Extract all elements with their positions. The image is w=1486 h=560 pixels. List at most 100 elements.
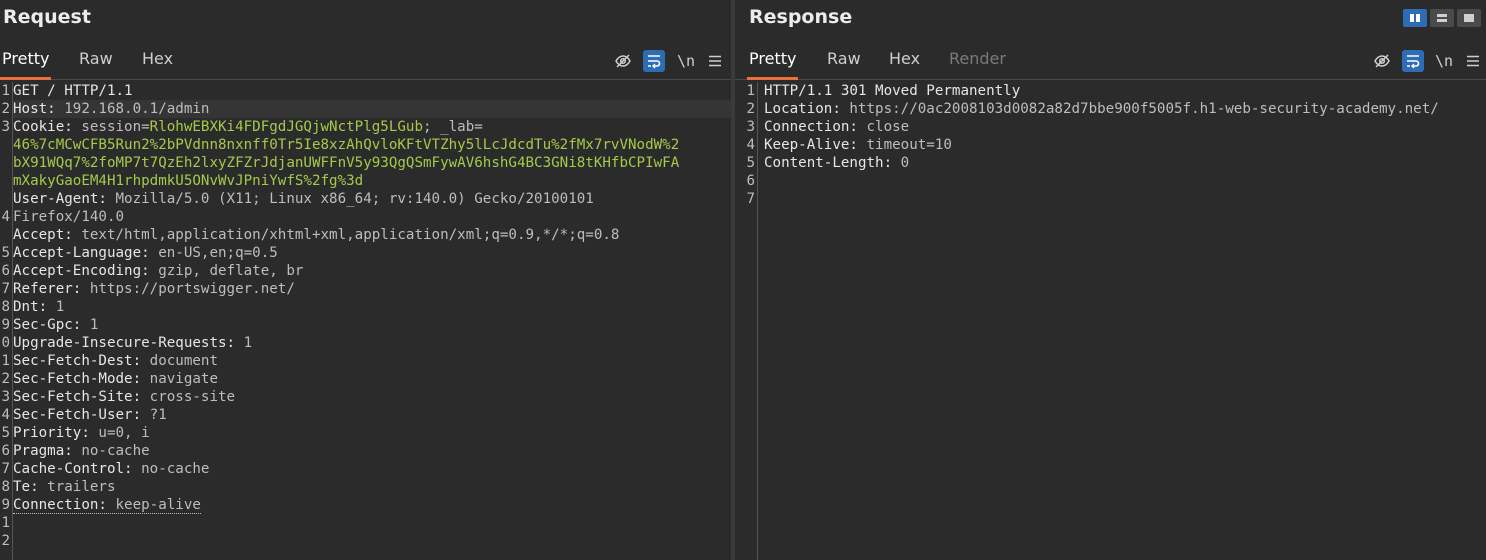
code-line: mXakyGaoEM4H1rhpdmkU5ONvWvJPniYwfS%2fg%3…: [13, 172, 731, 190]
header-name: Pragma:: [13, 443, 73, 459]
line-number: 7: [1, 461, 10, 477]
header-value: close: [857, 119, 910, 135]
code-line: 46%7cMCwCFB5Run2%2bPVdnn8nxnff0Tr5Ie8xzA…: [13, 136, 731, 154]
wrap-icon[interactable]: [643, 50, 665, 72]
header-name: Te:: [13, 479, 39, 495]
code-line: Te: trailers: [13, 478, 731, 496]
line-number: 4: [1, 407, 10, 423]
header-name: Location:: [764, 101, 841, 117]
newline-icon[interactable]: \n: [675, 50, 697, 72]
line-number: 9: [1, 497, 10, 513]
response-tab-raw[interactable]: Raw: [825, 44, 863, 77]
header-value: no-cache: [132, 461, 210, 477]
response-tab-render[interactable]: Render: [947, 44, 1008, 77]
code-line: Content-Length: 0: [764, 154, 1486, 172]
code-line: Dnt: 1: [13, 298, 731, 316]
cookie-value: bX91WQq7%2foMP7t7QzEh2lxyZFZrJdjanUWFFnV…: [13, 155, 680, 171]
menu-icon[interactable]: [1462, 50, 1484, 72]
header-name: Upgrade-Insecure-Requests:: [13, 335, 236, 351]
header-name: Referer:: [13, 281, 82, 297]
code-line: Pragma: no-cache: [13, 442, 731, 460]
line-number: 7: [1, 281, 10, 297]
line-number: [0, 190, 12, 208]
header-value: text/html,application/xhtml+xml,applicat…: [72, 227, 620, 243]
header-name: Dnt:: [13, 299, 48, 315]
response-title: Response: [749, 6, 853, 28]
response-tab-pretty[interactable]: Pretty: [747, 44, 799, 80]
header-value: Firefox/140.0: [13, 209, 125, 225]
line-number: 6: [1, 443, 10, 459]
header-name: Cache-Control:: [13, 461, 133, 477]
header-value: https://portswigger.net/: [81, 281, 295, 297]
code-line: Accept-Encoding: gzip, deflate, br: [13, 262, 731, 280]
code-line: Sec-Gpc: 1: [13, 316, 731, 334]
header-value: https://0ac2008103d0082a82d7bbe900f5005f…: [840, 101, 1439, 117]
code-line: HTTP/1.1 301 Moved Permanently: [764, 82, 1486, 100]
wrap-icon[interactable]: [1402, 50, 1424, 72]
header-name: Connection:: [764, 119, 858, 135]
menu-icon[interactable]: [704, 50, 726, 72]
request-tab-hex[interactable]: Hex: [140, 44, 175, 77]
stacked-layout-icon[interactable]: [1430, 9, 1454, 27]
header-name: Content-Length:: [764, 155, 893, 171]
code-line: bX91WQq7%2foMP7t7QzEh2lxyZFZrJdjanUWFFnV…: [13, 154, 731, 172]
line-number: [0, 172, 12, 190]
code-line: Accept-Language: en-US,en;q=0.5: [13, 244, 731, 262]
header-value: session=: [72, 119, 150, 135]
line-number: 2: [746, 101, 755, 117]
header-value: 0: [892, 155, 910, 171]
line-number: 1: [1, 83, 10, 99]
request-tab-pretty[interactable]: Pretty: [0, 44, 52, 80]
header-value: 1: [235, 335, 253, 351]
code-line: Connection: keep-alive: [13, 496, 731, 514]
line-number: 2: [1, 533, 10, 549]
header-name: Connection:: [13, 497, 107, 513]
eye-off-icon[interactable]: [612, 50, 634, 72]
header-value: keep-alive: [106, 497, 201, 513]
header-name: GET / HTTP/1.1: [13, 83, 133, 99]
code-line: Cookie: session=RlohwEBXKi4FDFgdJGQjwNct…: [13, 118, 731, 136]
code-line: Keep-Alive: timeout=10: [764, 136, 1486, 154]
header-name: Accept-Encoding:: [13, 263, 150, 279]
code-line: Priority: u=0, i: [13, 424, 731, 442]
header-value: 1: [81, 317, 99, 333]
response-gutter: 1 2 3 4 5 6 7: [735, 82, 758, 560]
line-number: 3: [746, 119, 755, 135]
line-number: 7: [746, 191, 755, 207]
code-line: Sec-Fetch-Dest: document: [13, 352, 731, 370]
header-value: navigate: [141, 371, 218, 387]
code-line: Referer: https://portswigger.net/: [13, 280, 731, 298]
code-line: Location: https://0ac2008103d0082a82d7bb…: [764, 100, 1486, 118]
line-number: 4: [1, 209, 10, 225]
header-name: Sec-Fetch-Dest:: [13, 353, 142, 369]
header-name: User-Agent:: [13, 191, 107, 207]
response-code: HTTP/1.1 301 Moved Permanently Location: …: [764, 82, 1486, 208]
single-layout-icon[interactable]: [1457, 9, 1481, 27]
line-number: 6: [746, 173, 755, 189]
header-name: Accept-Language:: [13, 245, 150, 261]
header-value: document: [141, 353, 218, 369]
response-tab-hex[interactable]: Hex: [887, 44, 922, 77]
line-number: 9: [1, 317, 10, 333]
header-value: trailers: [38, 479, 116, 495]
line-number: 5: [1, 425, 10, 441]
header-value: 192.168.0.1/admin: [55, 101, 210, 117]
header-value: timeout=10: [857, 137, 952, 153]
response-editor[interactable]: 1234567 HTTP/1.1 301 Moved Permanently Lo…: [735, 82, 1486, 560]
newline-icon[interactable]: \n: [1433, 50, 1455, 72]
header-name: Host:: [13, 101, 56, 117]
header-name: Priority:: [13, 425, 90, 441]
request-pane: Request Pretty Raw Hex \n GET / HTTP/1.1…: [0, 0, 731, 560]
header-name: Accept:: [13, 227, 73, 243]
line-number: 1: [1, 353, 10, 369]
side-by-side-layout-icon[interactable]: [1403, 9, 1427, 27]
line-number: 5: [746, 155, 755, 171]
eye-off-icon[interactable]: [1371, 50, 1393, 72]
request-editor[interactable]: GET / HTTP/1.1 Host: 192.168.0.1/admin Coo…: [0, 82, 731, 560]
header-value: en-US,en;q=0.5: [149, 245, 278, 261]
request-tab-raw[interactable]: Raw: [77, 44, 115, 77]
request-title: Request: [3, 6, 91, 28]
header-value: ?1: [141, 407, 167, 423]
